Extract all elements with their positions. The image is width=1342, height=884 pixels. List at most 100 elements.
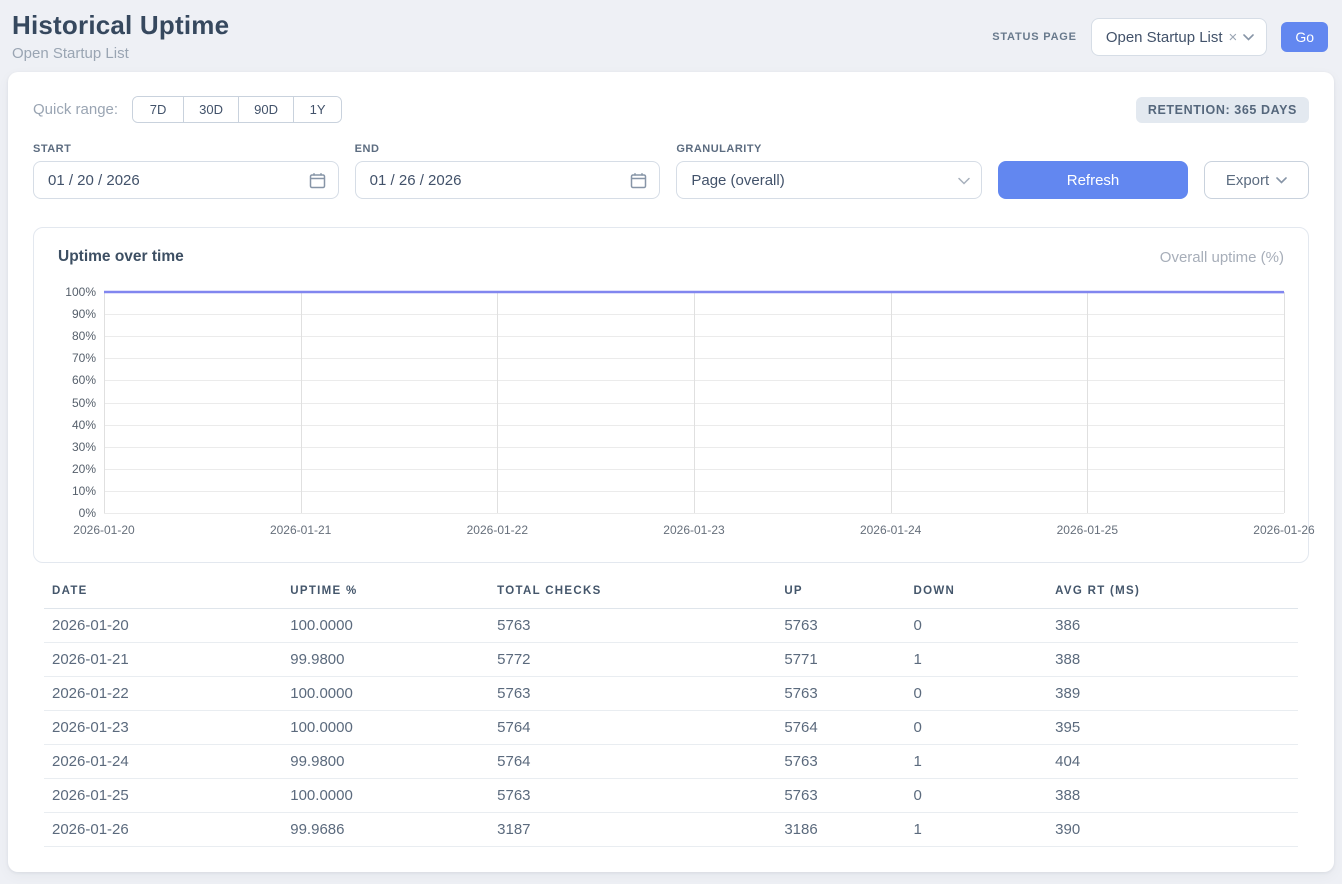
table-row: 2026-01-23100.0000576457640395 (44, 711, 1298, 745)
table-cell: 5763 (489, 779, 776, 813)
x-axis-tick-label: 2026-01-24 (860, 523, 921, 537)
end-label: END (355, 143, 661, 155)
table-cell: 5763 (776, 609, 905, 643)
table-cell: 100.0000 (282, 779, 489, 813)
end-date-field-group: END 01 / 26 / 2026 (355, 143, 661, 199)
table-cell: 99.9686 (282, 813, 489, 847)
table-cell: 5764 (776, 711, 905, 745)
column-header: DOWN (905, 585, 1047, 609)
chevron-down-icon (1276, 177, 1287, 184)
chevron-down-icon (958, 177, 969, 184)
uptime-chart-card: Uptime over time Overall uptime (%) 100%… (33, 227, 1309, 563)
quick-range-row: Quick range: 7D30D90D1Y RETENTION: 365 D… (33, 96, 1309, 123)
y-axis-tick-label: 10% (72, 484, 96, 498)
quick-range-label: Quick range: (33, 101, 118, 118)
column-header: UPTIME % (282, 585, 489, 609)
start-date-value: 01 / 20 / 2026 (48, 172, 309, 189)
gridline-vertical (1284, 292, 1285, 513)
retention-badge: RETENTION: 365 DAYS (1136, 97, 1309, 123)
table-cell: 2026-01-25 (44, 779, 282, 813)
granularity-selected-value: Page (overall) (691, 172, 958, 189)
title-block: Historical Uptime Open Startup List (12, 10, 229, 62)
table-cell: 3186 (776, 813, 905, 847)
table-cell: 0 (905, 779, 1047, 813)
page-header: Historical Uptime Open Startup List STAT… (0, 0, 1342, 72)
table-cell: 388 (1047, 643, 1298, 677)
x-axis-tick-label: 2026-01-20 (73, 523, 134, 537)
header-controls: STATUS PAGE Open Startup List × Go (992, 18, 1328, 56)
end-date-value: 01 / 26 / 2026 (370, 172, 631, 189)
table-cell: 5772 (489, 643, 776, 677)
filters-row: START 01 / 20 / 2026 END 01 / 26 / 2026 … (33, 143, 1309, 199)
chart-y-axis: 100%90%80%70%60%50%40%30%20%10%0% (58, 292, 104, 513)
granularity-field-group: GRANULARITY Page (overall) (676, 143, 982, 199)
chart-header: Uptime over time Overall uptime (%) (58, 248, 1284, 266)
table-cell: 5771 (776, 643, 905, 677)
x-axis-tick-label: 2026-01-23 (663, 523, 724, 537)
go-button[interactable]: Go (1281, 22, 1328, 52)
table-cell: 404 (1047, 745, 1298, 779)
y-axis-tick-label: 0% (79, 506, 96, 520)
start-date-input[interactable]: 01 / 20 / 2026 (33, 161, 339, 199)
chevron-down-icon (1243, 34, 1254, 41)
y-axis-tick-label: 60% (72, 373, 96, 387)
start-date-field-group: START 01 / 20 / 2026 (33, 143, 339, 199)
quick-range-90d[interactable]: 90D (238, 97, 293, 122)
table-row: 2026-01-2199.9800577257711388 (44, 643, 1298, 677)
clear-icon[interactable]: × (1229, 30, 1238, 45)
table-cell: 389 (1047, 677, 1298, 711)
y-axis-tick-label: 50% (72, 396, 96, 410)
calendar-icon[interactable] (309, 172, 326, 189)
table-row: 2026-01-22100.0000576357630389 (44, 677, 1298, 711)
main-card: Quick range: 7D30D90D1Y RETENTION: 365 D… (8, 72, 1334, 872)
uptime-table: DATEUPTIME %TOTAL CHECKSUPDOWNAVG RT (MS… (44, 585, 1298, 847)
y-axis-tick-label: 90% (72, 307, 96, 321)
x-axis-tick-label: 2026-01-25 (1057, 523, 1118, 537)
status-page-select[interactable]: Open Startup List × (1091, 18, 1268, 56)
table-row: 2026-01-2699.9686318731861390 (44, 813, 1298, 847)
status-page-selected-value: Open Startup List (1106, 29, 1223, 46)
quick-range-7d[interactable]: 7D (133, 97, 183, 122)
column-header: DATE (44, 585, 282, 609)
granularity-select[interactable]: Page (overall) (676, 161, 982, 199)
column-header: TOTAL CHECKS (489, 585, 776, 609)
table-cell: 99.9800 (282, 745, 489, 779)
table-cell: 5763 (776, 677, 905, 711)
table-cell: 1 (905, 643, 1047, 677)
quick-range-30d[interactable]: 30D (183, 97, 238, 122)
table-cell: 100.0000 (282, 677, 489, 711)
table-cell: 1 (905, 745, 1047, 779)
table-cell: 390 (1047, 813, 1298, 847)
y-axis-tick-label: 40% (72, 418, 96, 432)
quick-range-group: 7D30D90D1Y (132, 96, 342, 123)
x-axis-tick-label: 2026-01-22 (467, 523, 528, 537)
table-cell: 2026-01-26 (44, 813, 282, 847)
table-cell: 100.0000 (282, 711, 489, 745)
quick-range-1y[interactable]: 1Y (293, 97, 341, 122)
table-cell: 395 (1047, 711, 1298, 745)
table-cell: 5763 (489, 677, 776, 711)
end-date-input[interactable]: 01 / 26 / 2026 (355, 161, 661, 199)
calendar-icon[interactable] (630, 172, 647, 189)
export-button[interactable]: Export (1204, 161, 1309, 199)
table-cell: 386 (1047, 609, 1298, 643)
chart-plot-wrap: 2026-01-202026-01-212026-01-222026-01-23… (104, 292, 1284, 539)
table-cell: 3187 (489, 813, 776, 847)
uptime-line-series (104, 292, 1284, 513)
start-label: START (33, 143, 339, 155)
chart-x-axis: 2026-01-202026-01-212026-01-222026-01-23… (104, 513, 1284, 539)
refresh-button[interactable]: Refresh (998, 161, 1188, 199)
y-axis-tick-label: 20% (72, 462, 96, 476)
y-axis-tick-label: 70% (72, 351, 96, 365)
column-header: UP (776, 585, 905, 609)
table-cell: 0 (905, 609, 1047, 643)
y-axis-tick-label: 80% (72, 329, 96, 343)
table-cell: 2026-01-24 (44, 745, 282, 779)
column-header: AVG RT (MS) (1047, 585, 1298, 609)
status-page-label: STATUS PAGE (992, 31, 1077, 43)
y-axis-tick-label: 30% (72, 440, 96, 454)
table-row: 2026-01-20100.0000576357630386 (44, 609, 1298, 643)
chart-plot-area (104, 292, 1284, 513)
table-header-row: DATEUPTIME %TOTAL CHECKSUPDOWNAVG RT (MS… (44, 585, 1298, 609)
table-cell: 388 (1047, 779, 1298, 813)
